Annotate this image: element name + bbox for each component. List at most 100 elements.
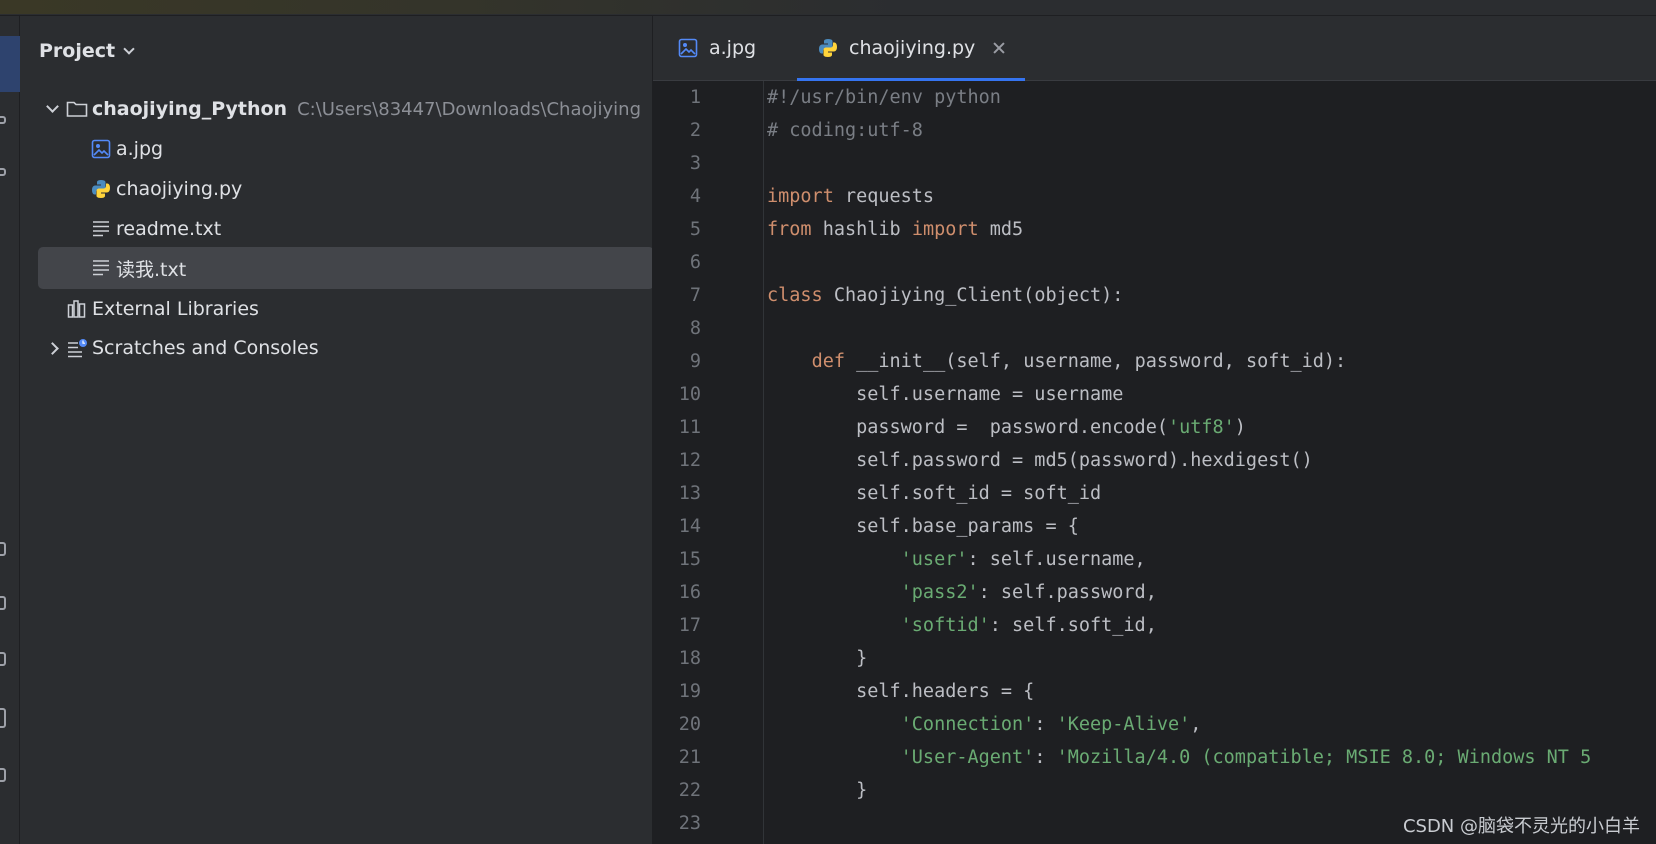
string-token: 'pass2'	[900, 582, 979, 603]
line-number: 4	[689, 186, 701, 207]
tool-icon[interactable]	[0, 708, 6, 728]
root-folder-path: C:\Users\83447\Downloads\Chaojiying	[297, 98, 641, 120]
tool-icon[interactable]	[0, 168, 6, 176]
tree-item-scratches[interactable]: Scratches and Consoles	[38, 327, 652, 369]
code-line[interactable]: 3	[653, 147, 1656, 180]
expand-toggle[interactable]	[38, 99, 66, 119]
code-text: class Chaojiying_Client(object):	[767, 285, 1123, 306]
code-line[interactable]: 13 self.soft_id = soft_id	[653, 477, 1656, 510]
code-line[interactable]: 17 'softid': self.soft_id,	[653, 609, 1656, 642]
code-text: password = password.encode('utf8')	[767, 417, 1246, 438]
tool-icon[interactable]	[0, 652, 6, 666]
tool-icon[interactable]	[0, 768, 6, 782]
line-number: 1	[689, 87, 701, 108]
code-text: #!/usr/bin/env python	[767, 87, 1001, 108]
code-line[interactable]: 16 'pass2': self.password,	[653, 576, 1656, 609]
line-number: 9	[689, 351, 701, 372]
line-number: 13	[678, 483, 701, 504]
code-text: self.soft_id = soft_id	[767, 483, 1101, 504]
code-line[interactable]: 15 'user': self.username,	[653, 543, 1656, 576]
code-line[interactable]: 20 'Connection': 'Keep-Alive',	[653, 708, 1656, 741]
text-file-icon	[90, 257, 112, 279]
code-line[interactable]: 18 }	[653, 642, 1656, 675]
tree-item-external-libraries[interactable]: External Libraries	[38, 288, 652, 330]
python-file-icon	[90, 178, 112, 200]
code-line[interactable]: 10 self.username = username	[653, 378, 1656, 411]
code-token: :	[1034, 747, 1057, 768]
keyword-token: import	[911, 219, 979, 240]
line-number: 7	[689, 285, 701, 306]
tree-item-a-jpg[interactable]: a.jpg	[38, 128, 652, 170]
code-line[interactable]: 2 # coding:utf-8	[653, 114, 1656, 147]
string-token: 'user'	[900, 549, 968, 570]
code-text: }	[767, 780, 867, 801]
code-token: : self.password,	[978, 582, 1157, 603]
line-number: 12	[678, 450, 701, 471]
code-text: }	[767, 648, 867, 669]
code-text: 'softid': self.soft_id,	[767, 615, 1157, 636]
close-icon[interactable]	[991, 40, 1007, 56]
tab-a-jpg[interactable]: a.jpg	[677, 16, 756, 80]
code-text: from hashlib import md5	[767, 219, 1023, 240]
code-text: 'user': self.username,	[767, 549, 1146, 570]
code-line[interactable]: 1 #!/usr/bin/env python	[653, 81, 1656, 114]
file-name: a.jpg	[116, 138, 164, 160]
file-name: 读我.txt	[116, 258, 187, 281]
line-number: 14	[678, 516, 701, 537]
expand-toggle[interactable]	[38, 338, 66, 358]
line-number: 11	[678, 417, 701, 438]
chevron-down-icon	[123, 43, 135, 55]
code-line[interactable]: 4 import requests	[653, 180, 1656, 213]
code-line[interactable]: 5 from hashlib import md5	[653, 213, 1656, 246]
string-token: 'softid'	[900, 615, 990, 636]
tool-icon[interactable]	[0, 542, 6, 556]
tree-item-readme-txt[interactable]: readme.txt	[38, 208, 652, 250]
folder-icon	[66, 98, 88, 120]
code-text: # coding:utf-8	[767, 120, 923, 141]
code-line[interactable]: 12 self.password = md5(password).hexdige…	[653, 444, 1656, 477]
code-line[interactable]: 7 class Chaojiying_Client(object):	[653, 279, 1656, 312]
line-number: 19	[678, 681, 701, 702]
tool-icon[interactable]	[0, 116, 6, 124]
code-line[interactable]: 6	[653, 246, 1656, 279]
tab-label: chaojiying.py	[849, 37, 976, 59]
tree-item-chaojiying-py[interactable]: chaojiying.py	[38, 168, 652, 210]
code-token: hashlib	[811, 219, 912, 240]
tab-chaojiying-py[interactable]: chaojiying.py	[797, 16, 1026, 81]
image-file-icon	[90, 138, 112, 160]
line-number: 21	[678, 747, 701, 768]
code-line[interactable]: 21 'User-Agent': 'Mozilla/4.0 (compatibl…	[653, 741, 1656, 774]
code-token: ,	[1190, 714, 1202, 735]
image-file-icon	[677, 37, 699, 59]
python-file-icon	[817, 37, 839, 59]
tool-icon[interactable]	[0, 596, 6, 610]
code-line[interactable]: 8	[653, 312, 1656, 345]
tree-root-folder[interactable]: chaojiying_Python C:\Users\83447\Downloa…	[38, 88, 652, 130]
title-bar-background	[0, 0, 900, 14]
line-number: 5	[689, 219, 701, 240]
code-line[interactable]: 11 password = password.encode('utf8')	[653, 411, 1656, 444]
line-number: 17	[678, 615, 701, 636]
code-text: def __init__(self, username, password, s…	[767, 351, 1347, 372]
project-view-selector[interactable]: Project	[39, 40, 135, 62]
line-number: 2	[689, 120, 701, 141]
project-title: Project	[39, 40, 116, 62]
file-name: readme.txt	[116, 218, 222, 240]
code-line[interactable]: 19 self.headers = {	[653, 675, 1656, 708]
code-line[interactable]: 14 self.base_params = {	[653, 510, 1656, 543]
code-editor[interactable]: 1 #!/usr/bin/env python 2 # coding:utf-8 3 4 i…	[653, 81, 1656, 844]
code-token: requests	[833, 186, 935, 207]
project-tool-button[interactable]	[0, 36, 20, 92]
chevron-down-icon	[45, 100, 59, 113]
code-text: import requests	[767, 186, 934, 207]
code-line[interactable]: 9 def __init__(self, username, password,…	[653, 345, 1656, 378]
code-token: )	[1234, 417, 1246, 438]
keyword-token: def	[811, 351, 845, 372]
tree-item-readme-cn-txt[interactable]: 读我.txt	[38, 247, 652, 289]
code-token: Chaojiying_Client(object):	[822, 285, 1124, 306]
root-folder-name: chaojiying_Python	[92, 98, 288, 120]
code-line[interactable]: 22 }	[653, 774, 1656, 807]
